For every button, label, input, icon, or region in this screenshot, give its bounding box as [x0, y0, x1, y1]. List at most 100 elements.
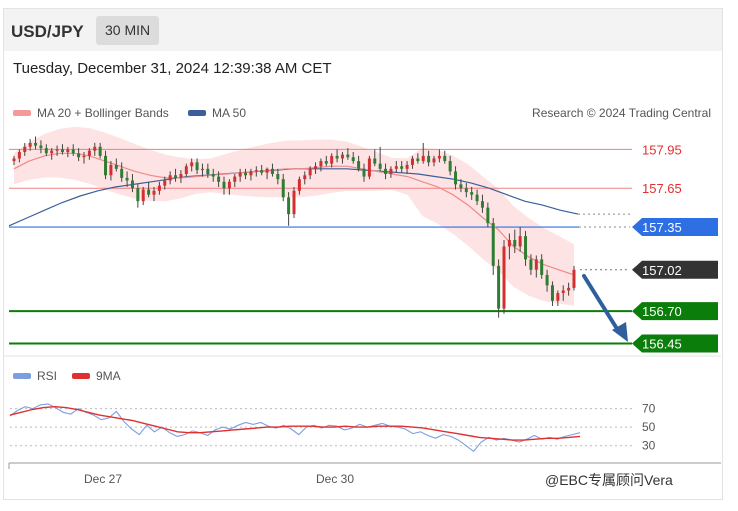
candle-body [486, 207, 490, 224]
candle-body [141, 189, 145, 202]
candle-body [497, 265, 501, 309]
candle-body [405, 164, 409, 169]
candle-body [432, 158, 436, 163]
candle-body [184, 166, 188, 174]
candle-body [87, 150, 91, 156]
candle-body [50, 150, 54, 154]
watermark: @EBC专属顾问Vera [545, 472, 673, 488]
candle-body [303, 175, 307, 180]
candle-body [260, 170, 264, 173]
bb-legend-label: MA 20 + Bollinger Bands [37, 106, 169, 120]
candle-body [44, 148, 48, 154]
candle-body [550, 285, 554, 301]
candle-body [12, 158, 16, 162]
candle [497, 259, 501, 318]
candle-body [222, 181, 226, 189]
research-credit: Research © 2024 Trading Central [532, 106, 711, 120]
candle-body [200, 168, 204, 171]
candle-body [534, 259, 538, 270]
candle-body [351, 157, 355, 162]
candle-body [502, 246, 506, 309]
candle-body [265, 168, 269, 173]
candle-body [60, 149, 64, 152]
candle-body [448, 161, 452, 172]
candle-body [389, 168, 393, 174]
candle-body [567, 287, 571, 291]
candle-body [190, 162, 194, 167]
forecast-arrow [582, 274, 628, 342]
candle-body [561, 290, 565, 294]
candle-body [93, 146, 97, 151]
candle-body [276, 174, 280, 180]
candle-body [464, 188, 468, 193]
candle-body [254, 170, 258, 172]
candle-body [475, 194, 479, 202]
candle-body [55, 149, 59, 151]
chart-widget: USD/JPY 30 MIN Tuesday, December 31, 202… [0, 0, 738, 511]
candle-body [297, 179, 301, 191]
candle-body [195, 162, 199, 171]
rsi-legend-label: RSI [37, 369, 57, 383]
candle-body [163, 180, 167, 186]
bb-legend-swatch [13, 110, 31, 116]
candle-body [17, 152, 21, 159]
candle-body [227, 181, 231, 189]
candle-body [71, 149, 75, 154]
candle-body [28, 142, 32, 147]
candle-body [373, 158, 377, 164]
candle-body [443, 155, 447, 162]
candle-body [109, 164, 113, 176]
rsi-ma-legend-swatch [72, 373, 90, 379]
candle-body [518, 236, 522, 247]
candle-body [114, 164, 118, 169]
candle-body [324, 161, 328, 164]
candle-body [416, 158, 420, 162]
candle-body [491, 223, 495, 266]
x-tick-dec30: Dec 30 [316, 472, 354, 486]
candle-body [400, 166, 404, 169]
candle-body [427, 155, 431, 163]
candle-body [217, 176, 221, 182]
resistance-level-label: 157.65 [642, 181, 682, 196]
resistance-level-label: 157.95 [642, 142, 682, 157]
candle-body [367, 158, 371, 177]
candle-body [384, 168, 388, 174]
candle-body [152, 190, 156, 195]
rsi-ma-legend-label: 9MA [96, 369, 121, 383]
candle-body [39, 145, 43, 149]
candle-body [125, 177, 129, 181]
candle-body [168, 175, 172, 181]
candle-body [244, 172, 248, 176]
candle-body [410, 158, 414, 165]
candle-body [136, 188, 140, 202]
candle-body [238, 172, 242, 177]
candle [141, 186, 145, 206]
candle-body [513, 240, 517, 247]
candle-body [249, 171, 253, 176]
candle-body [540, 259, 544, 275]
candle-body [77, 153, 81, 158]
candle-body [470, 192, 474, 195]
target-level-label: 156.45 [642, 337, 682, 352]
candle [287, 192, 291, 226]
candle-body [362, 168, 366, 177]
candle-body [308, 168, 312, 176]
candle-body [120, 168, 124, 178]
candle-body [174, 175, 178, 178]
candle-body [287, 197, 291, 215]
candle-body [157, 185, 161, 191]
candle-body [378, 163, 382, 169]
candle-body [529, 259, 533, 270]
ma50-legend-swatch [188, 110, 206, 116]
rsi-y-tick: 30 [642, 439, 656, 453]
candle-body [357, 161, 361, 169]
candle-body [206, 168, 210, 174]
candle-body [346, 154, 350, 158]
candle-body [130, 180, 134, 189]
support-level-label: 157.35 [642, 220, 682, 235]
target-level-label: 156.70 [642, 304, 682, 319]
candle [502, 240, 506, 314]
candle-body [319, 161, 323, 167]
x-tick-dec27: Dec 27 [84, 472, 122, 486]
candle-body [480, 201, 484, 208]
